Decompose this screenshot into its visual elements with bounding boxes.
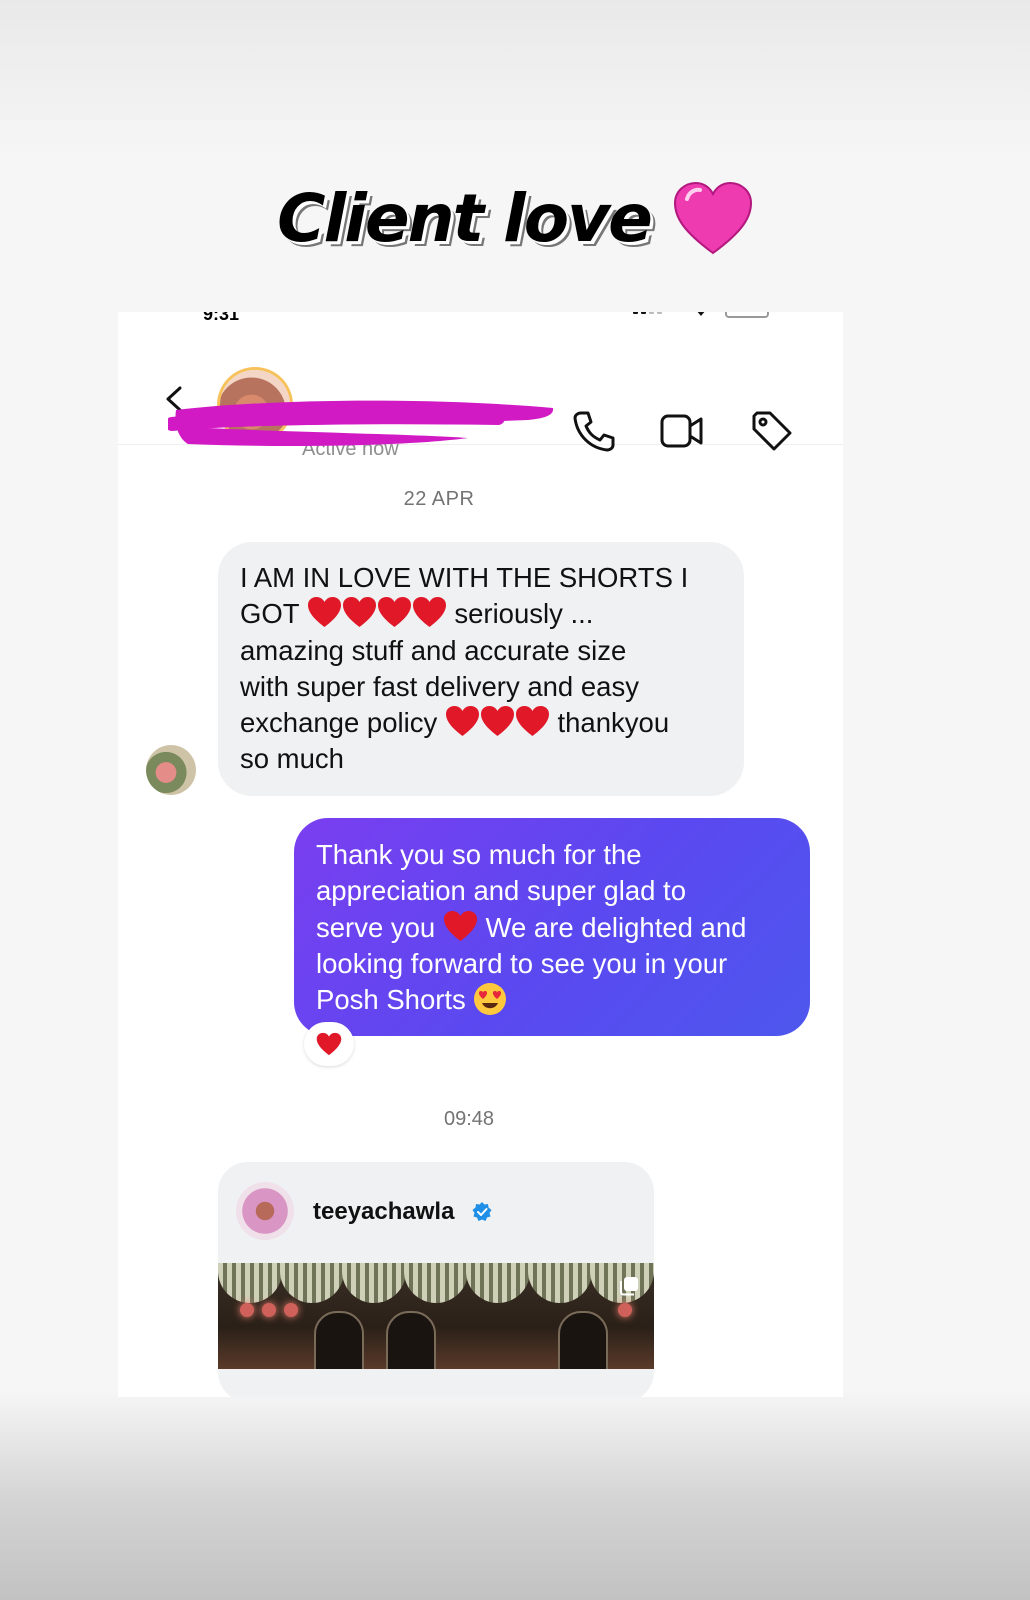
outgoing-line: Posh Shorts <box>316 982 788 1018</box>
red-heart-icon <box>307 597 341 628</box>
sender-avatar[interactable] <box>146 745 196 795</box>
shared-post-card[interactable]: teeyachawla <box>218 1162 654 1397</box>
video-camera-icon[interactable] <box>659 408 705 454</box>
pink-heart-icon <box>673 181 752 254</box>
post-image[interactable] <box>218 1263 654 1369</box>
story-title: Client love <box>0 180 1030 257</box>
story-title-text: Client love <box>277 180 653 257</box>
red-heart-icon <box>377 597 411 628</box>
wifi-icon <box>696 312 706 316</box>
redaction-scribble <box>168 400 554 446</box>
chat-header: Active now <box>118 352 843 460</box>
incoming-line: so much <box>240 743 344 775</box>
battery-icon <box>725 312 769 318</box>
incoming-text: GOT <box>240 598 300 630</box>
heart-eyes-emoji-icon <box>474 983 507 1016</box>
signal-icon <box>633 312 662 314</box>
incoming-message[interactable]: I AM IN LOVE WITH THE SHORTS I GOT serio… <box>218 542 744 796</box>
red-heart-icon <box>480 706 514 737</box>
incoming-line: with super fast delivery and easy <box>240 670 639 702</box>
incoming-line: GOT seriously ... <box>240 596 722 632</box>
outgoing-line: appreciation and super glad to <box>316 875 686 907</box>
heart-reaction[interactable] <box>304 1022 354 1066</box>
red-heart-icon <box>443 910 477 941</box>
outgoing-message[interactable]: Thank you so much for the appreciation a… <box>294 818 810 1036</box>
tag-icon[interactable] <box>749 408 795 454</box>
status-time: 9:31 <box>203 312 240 324</box>
red-heart-icon <box>515 706 549 737</box>
verified-badge-icon <box>472 1202 492 1221</box>
multiple-photos-icon <box>620 1277 638 1296</box>
incoming-line: I AM IN LOVE WITH THE SHORTS I <box>240 562 689 593</box>
incoming-text: seriously ... <box>454 598 594 630</box>
red-heart-icon <box>316 1032 342 1056</box>
incoming-line: amazing stuff and accurate size <box>240 634 627 666</box>
incoming-text: thankyou <box>557 707 670 739</box>
outgoing-line: looking forward to see you in your <box>316 947 728 979</box>
outgoing-line: serve you We are delighted and <box>316 910 788 946</box>
incoming-line: exchange policy thankyou <box>240 705 722 741</box>
time-divider: 09:48 <box>443 1108 495 1130</box>
post-username[interactable]: teeyachawla <box>313 1198 454 1226</box>
phone-icon[interactable] <box>571 408 617 454</box>
red-heart-icon <box>445 706 479 737</box>
dm-screen: 9:31 Active now 22 APR I AM IN LOVE WITH… <box>118 312 843 1397</box>
outgoing-text: We are delighted and <box>485 911 747 943</box>
post-author-avatar[interactable] <box>236 1182 294 1240</box>
outgoing-text: Posh Shorts <box>316 984 466 1016</box>
status-bar: 9:31 <box>118 312 843 324</box>
red-heart-icon <box>412 597 446 628</box>
outgoing-line: Thank you so much for the <box>316 839 642 870</box>
outgoing-text: serve you <box>316 911 436 943</box>
date-divider: 22 APR <box>403 488 475 510</box>
red-heart-icon <box>342 597 376 628</box>
incoming-text: exchange policy <box>240 707 438 739</box>
